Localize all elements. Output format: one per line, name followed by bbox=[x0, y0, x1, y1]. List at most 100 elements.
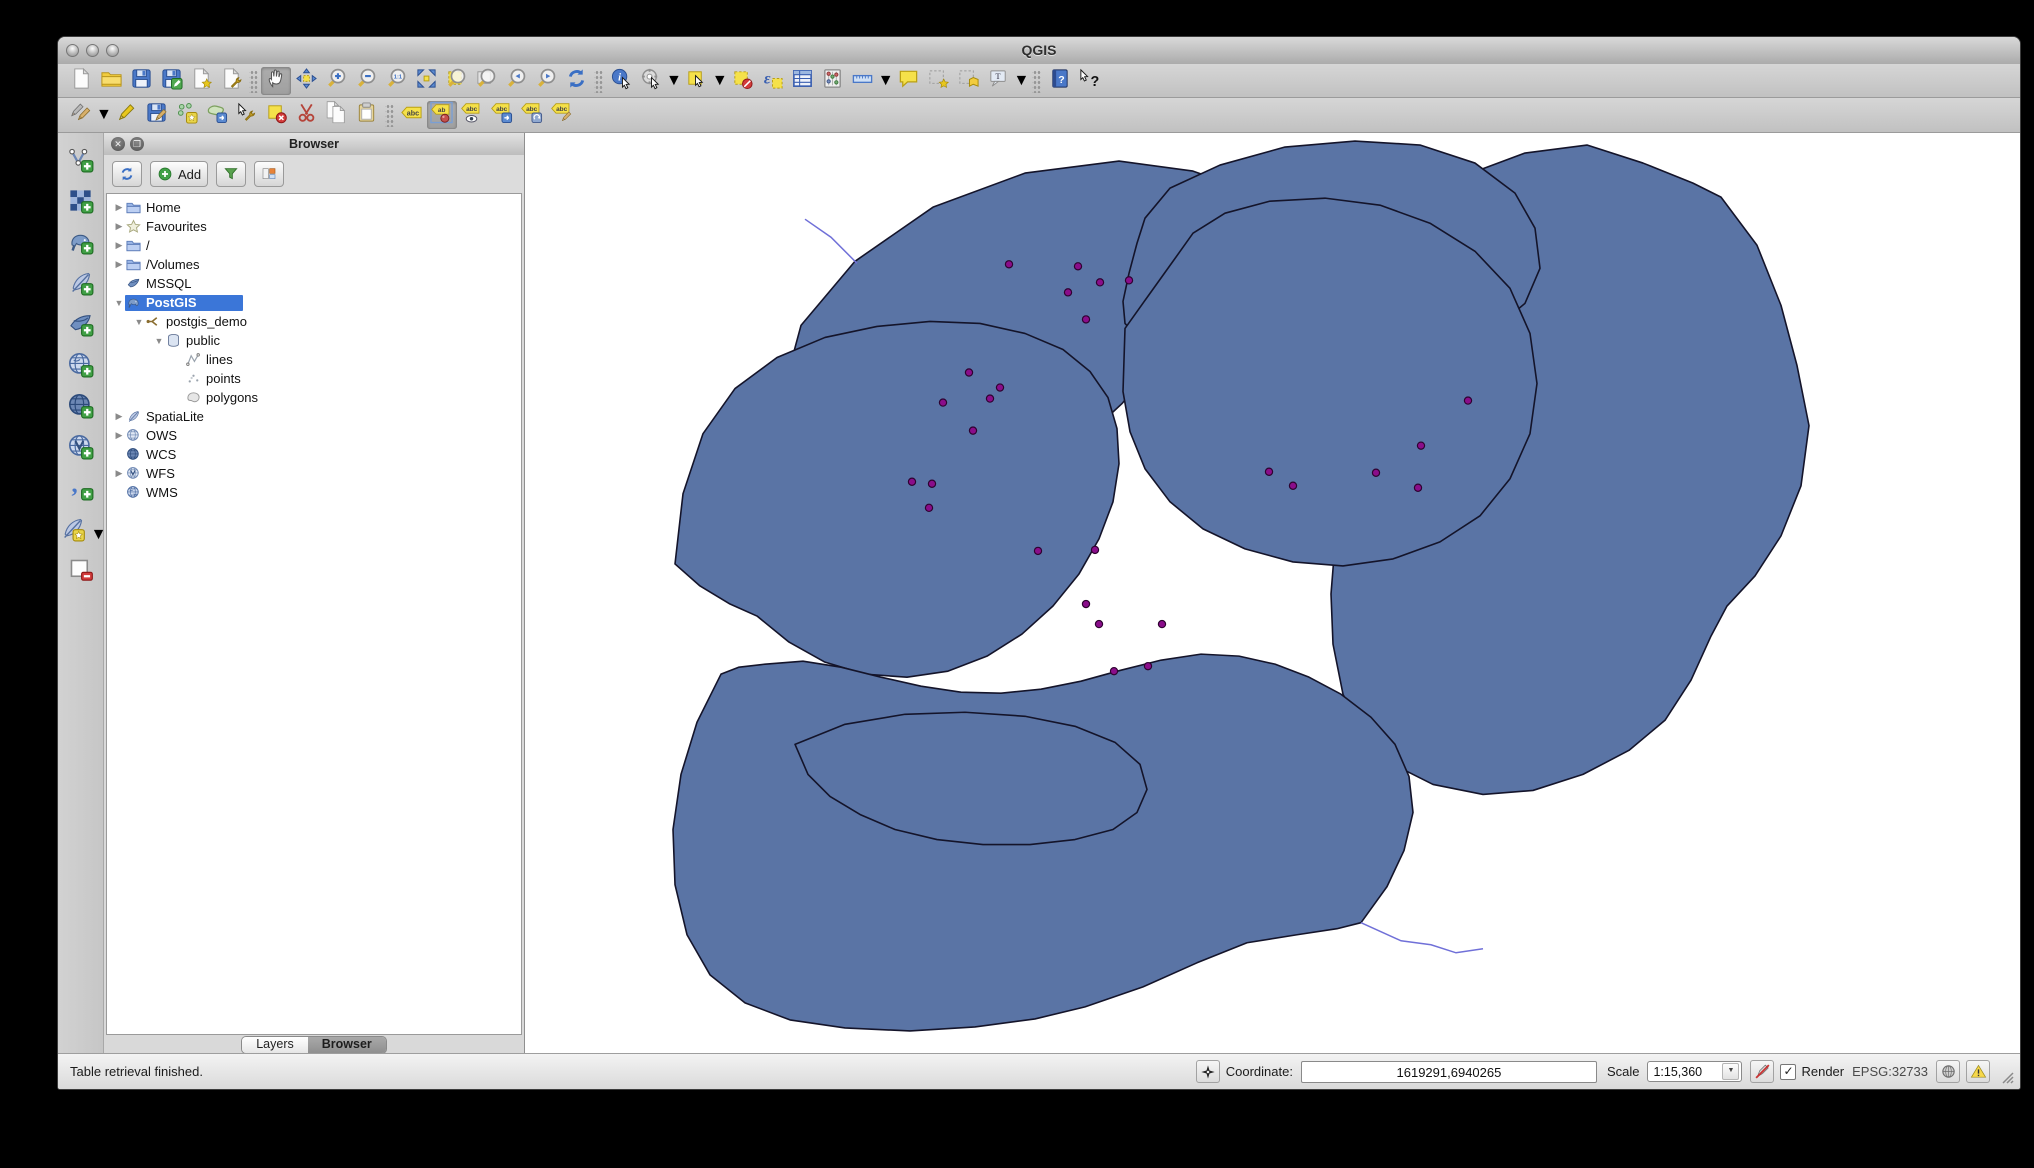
add-feature-button[interactable] bbox=[172, 101, 202, 129]
move-feature-button[interactable] bbox=[202, 101, 232, 129]
attribute-table-button[interactable] bbox=[788, 67, 818, 95]
filter-browser-button[interactable] bbox=[216, 161, 246, 187]
tree-item-postgis[interactable]: ▼PostGIS bbox=[107, 293, 521, 312]
new-project-button[interactable] bbox=[66, 67, 96, 95]
annotation-dropdown-arrow[interactable]: ▼ bbox=[1014, 72, 1030, 90]
toggle-editing-button[interactable] bbox=[112, 101, 142, 129]
map-tips-button[interactable] bbox=[894, 67, 924, 95]
highlight-labels-button[interactable]: abc bbox=[457, 101, 487, 129]
select-features-dropdown-arrow[interactable]: ▼ bbox=[712, 72, 728, 90]
tree-collapsed-arrow[interactable]: ▶ bbox=[113, 468, 125, 479]
change-label-button[interactable]: abc bbox=[547, 101, 577, 129]
remove-layer-button[interactable] bbox=[63, 555, 99, 589]
run-feature-action-dropdown-arrow[interactable]: ▼ bbox=[666, 72, 682, 90]
help-button[interactable]: ? bbox=[1044, 67, 1074, 95]
save-project-button[interactable] bbox=[126, 67, 156, 95]
map-canvas[interactable] bbox=[525, 133, 2021, 1054]
add-wfs-layer-button[interactable] bbox=[63, 432, 99, 466]
tree-expanded-arrow[interactable]: ▼ bbox=[113, 298, 125, 308]
tree-item-postgis-demo[interactable]: ▼postgis_demo bbox=[107, 312, 521, 331]
zoom-in-button[interactable] bbox=[321, 67, 351, 95]
tree-item-public[interactable]: ▼public bbox=[107, 331, 521, 350]
coordinate-input[interactable]: 1619291,6940265 bbox=[1301, 1061, 1597, 1083]
measure-dropdown-arrow[interactable]: ▼ bbox=[878, 72, 894, 90]
add-wms-layer-button[interactable] bbox=[63, 350, 99, 384]
tree-item-mssql[interactable]: MSSQL bbox=[107, 274, 521, 293]
deselect-features-button[interactable] bbox=[728, 67, 758, 95]
tree-collapsed-arrow[interactable]: ▶ bbox=[113, 221, 125, 232]
move-label-button[interactable]: abc bbox=[487, 101, 517, 129]
save-project-as-button[interactable] bbox=[156, 67, 186, 95]
tree-item-favourites[interactable]: ▶Favourites bbox=[107, 217, 521, 236]
add-wcs-layer-button[interactable] bbox=[63, 391, 99, 425]
render-checkbox[interactable]: ✓ bbox=[1780, 1064, 1796, 1080]
messages-button[interactable] bbox=[1966, 1060, 1990, 1083]
run-feature-action-button[interactable] bbox=[636, 67, 666, 95]
add-postgis-layer-button[interactable] bbox=[63, 227, 99, 261]
extents-button[interactable] bbox=[1196, 1060, 1220, 1083]
tree-item-spatialite[interactable]: ▶SpatiaLite bbox=[107, 407, 521, 426]
pin-labels-button[interactable]: ab bbox=[427, 101, 457, 129]
add-raster-layer-button[interactable] bbox=[63, 186, 99, 220]
chevron-down-icon[interactable]: ▼ bbox=[1722, 1063, 1739, 1080]
tree-item-home[interactable]: ▶Home bbox=[107, 198, 521, 217]
stop-render-button[interactable] bbox=[1750, 1060, 1774, 1083]
refresh-map-button[interactable] bbox=[561, 67, 591, 95]
tree-expanded-arrow[interactable]: ▼ bbox=[133, 317, 145, 327]
resize-grip[interactable] bbox=[1998, 1068, 2014, 1084]
tree-item-wcs[interactable]: WCS bbox=[107, 445, 521, 464]
zoom-selection-button[interactable] bbox=[441, 67, 471, 95]
tree-collapsed-arrow[interactable]: ▶ bbox=[113, 430, 125, 441]
select-features-button[interactable] bbox=[682, 67, 712, 95]
add-spatialite-layer-button[interactable] bbox=[63, 268, 99, 302]
add-selected-layers-button[interactable]: Add bbox=[150, 161, 208, 187]
zoom-layer-button[interactable] bbox=[471, 67, 501, 95]
whats-this-button[interactable]: ? bbox=[1074, 67, 1104, 95]
new-spatialite-layer-button[interactable] bbox=[57, 514, 91, 548]
tree-expanded-arrow[interactable]: ▼ bbox=[153, 336, 165, 346]
current-edits-dropdown-arrow[interactable]: ▼ bbox=[96, 106, 112, 124]
tree-item-polygons[interactable]: polygons bbox=[107, 388, 521, 407]
new-bookmark-button[interactable] bbox=[924, 67, 954, 95]
tree-item-wfs[interactable]: ▶WFS bbox=[107, 464, 521, 483]
tree-item-volumes[interactable]: ▶/Volumes bbox=[107, 255, 521, 274]
add-vector-layer-button[interactable] bbox=[63, 145, 99, 179]
add-delimited-text-layer-button[interactable]: , bbox=[63, 473, 99, 507]
annotation-button[interactable]: T bbox=[984, 67, 1014, 95]
select-by-expression-button[interactable]: ε bbox=[758, 67, 788, 95]
zoom-next-button[interactable] bbox=[531, 67, 561, 95]
cut-features-button[interactable] bbox=[292, 101, 322, 129]
field-calculator-button[interactable] bbox=[818, 67, 848, 95]
tree-item-points[interactable]: points bbox=[107, 369, 521, 388]
open-project-button[interactable] bbox=[96, 67, 126, 95]
title-bar[interactable]: QGIS bbox=[58, 37, 2020, 65]
node-tool-button[interactable] bbox=[232, 101, 262, 129]
pan-to-selection-button[interactable] bbox=[291, 67, 321, 95]
save-edits-button[interactable] bbox=[142, 101, 172, 129]
crs-status-button[interactable] bbox=[1936, 1060, 1960, 1083]
tree-item-lines[interactable]: lines bbox=[107, 350, 521, 369]
tree-item-[interactable]: ▶/ bbox=[107, 236, 521, 255]
add-mssql-layer-button[interactable] bbox=[63, 309, 99, 343]
zoom-full-button[interactable] bbox=[411, 67, 441, 95]
scale-combo[interactable]: 1:15,360 ▼ bbox=[1647, 1061, 1742, 1082]
pan-button[interactable] bbox=[261, 67, 291, 95]
labeling-button[interactable]: abc bbox=[397, 101, 427, 129]
tab-browser[interactable]: Browser bbox=[308, 1037, 386, 1053]
tree-item-ows[interactable]: ▶OWS bbox=[107, 426, 521, 445]
tree-collapsed-arrow[interactable]: ▶ bbox=[113, 411, 125, 422]
tree-item-wms[interactable]: WMS bbox=[107, 483, 521, 502]
tree-collapsed-arrow[interactable]: ▶ bbox=[113, 202, 125, 213]
delete-selected-button[interactable] bbox=[262, 101, 292, 129]
identify-button[interactable]: i bbox=[606, 67, 636, 95]
show-bookmarks-button[interactable] bbox=[954, 67, 984, 95]
paste-features-button[interactable] bbox=[352, 101, 382, 129]
composer-manager-button[interactable] bbox=[216, 67, 246, 95]
zoom-out-button[interactable] bbox=[351, 67, 381, 95]
measure-button[interactable] bbox=[848, 67, 878, 95]
zoom-last-button[interactable] bbox=[501, 67, 531, 95]
refresh-browser-button[interactable] bbox=[112, 161, 142, 187]
new-composer-button[interactable] bbox=[186, 67, 216, 95]
tree-collapsed-arrow[interactable]: ▶ bbox=[113, 259, 125, 270]
collapse-properties-button[interactable] bbox=[254, 161, 284, 187]
